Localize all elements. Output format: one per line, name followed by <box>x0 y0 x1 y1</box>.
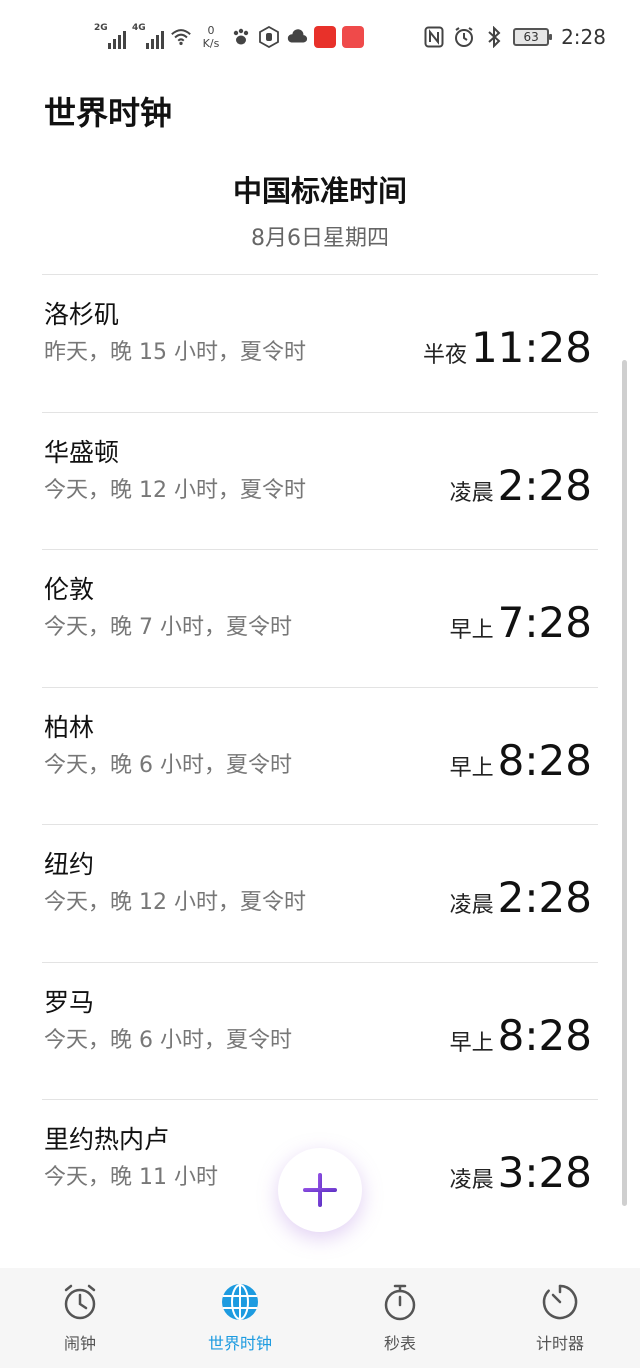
city-time-period: 半夜 <box>422 343 467 368</box>
city-name: 伦敦 <box>44 575 95 604</box>
shopping-app-icon <box>314 26 336 48</box>
signal-sim1-icon: 2G <box>94 23 126 49</box>
city-offset: 今天，晚 6 小时，夏令时 <box>44 1027 292 1053</box>
city-name: 华盛顿 <box>44 437 120 467</box>
city-row-los-angeles[interactable]: 洛杉矶 昨天，晚 15 小时，夏令时 半夜 11:28 <box>42 274 598 412</box>
status-time: 2:28 <box>561 25 606 49</box>
city-time-clock: 2:28 <box>497 460 592 510</box>
city-offset: 今天，晚 12 小时，夏令时 <box>44 477 306 503</box>
wifi-icon <box>170 26 192 48</box>
home-timezone-name: 中国标准时间 <box>232 174 407 208</box>
city-row-berlin[interactable]: 柏林 今天，晚 6 小时，夏令时 早上 8:28 <box>42 686 598 825</box>
city-row-washington[interactable]: 华盛顿 今天，晚 12 小时，夏令时 凌晨 2:28 <box>42 411 598 550</box>
status-bar-right: 63 2:28 <box>423 20 606 54</box>
city-time-period: 早上 <box>449 1030 494 1056</box>
nfc-icon <box>423 26 445 48</box>
appgallery-icon <box>342 26 364 48</box>
city-time: 凌晨 2:28 <box>450 873 592 922</box>
city-name: 罗马 <box>44 987 95 1017</box>
city-time: 半夜 11:28 <box>423 323 592 372</box>
city-time: 早上 8:28 <box>450 1011 592 1060</box>
nav-stopwatch-label: 秒表 <box>383 1334 416 1353</box>
nav-world-clock[interactable]: 世界时钟 <box>160 1268 320 1368</box>
scrollbar[interactable] <box>622 360 627 1206</box>
signal-sim2-icon: 4G <box>132 23 164 49</box>
city-name: 柏林 <box>44 712 95 742</box>
city-time: 早上 7:28 <box>450 598 592 647</box>
city-time-clock: 11:28 <box>470 323 592 372</box>
hand-badge-icon <box>258 26 280 48</box>
status-bar: 2G 4G 0 K/s 63 2:28 <box>0 0 640 72</box>
city-row-london[interactable]: 伦敦 今天，晚 7 小时，夏令时 早上 7:28 <box>42 549 598 687</box>
city-row-new-york[interactable]: 纽约 今天，晚 12 小时，夏令时 凌晨 2:28 <box>42 824 598 962</box>
city-offset: 今天，晚 11 小时 <box>44 1165 218 1190</box>
city-time-period: 凌晨 <box>449 1168 494 1193</box>
battery-icon: 63 <box>513 28 553 46</box>
city-time: 凌晨 3:28 <box>450 1148 592 1197</box>
bottom-nav: 闹钟 世界时钟 秒表 计时器 <box>0 1268 640 1368</box>
city-time-period: 早上 <box>449 618 494 643</box>
status-bar-left: 2G 4G 0 K/s <box>94 20 364 54</box>
city-row-rome[interactable]: 罗马 今天，晚 6 小时，夏令时 早上 8:28 <box>42 961 598 1100</box>
paw-icon <box>230 26 252 48</box>
globe-icon <box>222 1284 258 1320</box>
city-time-clock: 3:28 <box>497 1148 592 1197</box>
nav-timer[interactable]: 计时器 <box>480 1268 640 1368</box>
add-city-button[interactable] <box>278 1148 362 1232</box>
city-time-period: 早上 <box>449 755 494 781</box>
city-time-clock: 8:28 <box>497 1010 592 1060</box>
city-time: 早上 8:28 <box>450 736 592 785</box>
network-speed-value: 0 <box>207 24 215 37</box>
nav-world-clock-label: 世界时钟 <box>207 1334 272 1353</box>
cloud-icon <box>286 26 308 48</box>
nav-timer-label: 计时器 <box>535 1334 584 1353</box>
city-offset: 今天，晚 7 小时，夏令时 <box>44 615 292 640</box>
sim2-label: 4G <box>132 23 146 33</box>
city-time-period: 凌晨 <box>449 893 494 918</box>
bluetooth-icon <box>483 26 505 48</box>
city-list: 洛杉矶 昨天，晚 15 小时，夏令时 半夜 11:28 华盛顿 今天，晚 12 … <box>42 274 598 1237</box>
city-name: 里约热内卢 <box>44 1125 170 1154</box>
city-offset: 今天，晚 12 小时，夏令时 <box>44 890 306 915</box>
network-speed-unit: K/s <box>202 37 220 50</box>
home-timezone: 中国标准时间 8月6日星期四 <box>0 168 640 252</box>
plus-icon <box>303 1173 337 1207</box>
nav-alarm[interactable]: 闹钟 <box>0 1268 160 1368</box>
nav-alarm-label: 闹钟 <box>63 1334 96 1353</box>
city-time-period: 凌晨 <box>449 480 494 506</box>
city-time-clock: 2:28 <box>497 873 592 922</box>
alarm-clock-icon <box>64 1284 96 1320</box>
stopwatch-icon <box>384 1284 416 1321</box>
city-time-clock: 8:28 <box>497 735 592 785</box>
city-name: 洛杉矶 <box>44 300 120 329</box>
page-title: 世界时钟 <box>44 94 173 132</box>
city-offset: 昨天，晚 15 小时，夏令时 <box>44 340 306 365</box>
city-name: 纽约 <box>44 850 95 879</box>
nav-stopwatch[interactable]: 秒表 <box>320 1268 480 1368</box>
city-time-clock: 7:28 <box>497 598 592 647</box>
city-time: 凌晨 2:28 <box>450 461 592 510</box>
home-timezone-date: 8月6日星期四 <box>251 226 389 251</box>
city-offset: 今天，晚 6 小时，夏令时 <box>44 752 292 778</box>
battery-level: 63 <box>523 30 539 44</box>
network-speed: 0 K/s <box>198 24 224 50</box>
timer-icon <box>542 1284 578 1320</box>
alarm-status-icon <box>453 26 475 48</box>
sim1-label: 2G <box>94 23 108 33</box>
